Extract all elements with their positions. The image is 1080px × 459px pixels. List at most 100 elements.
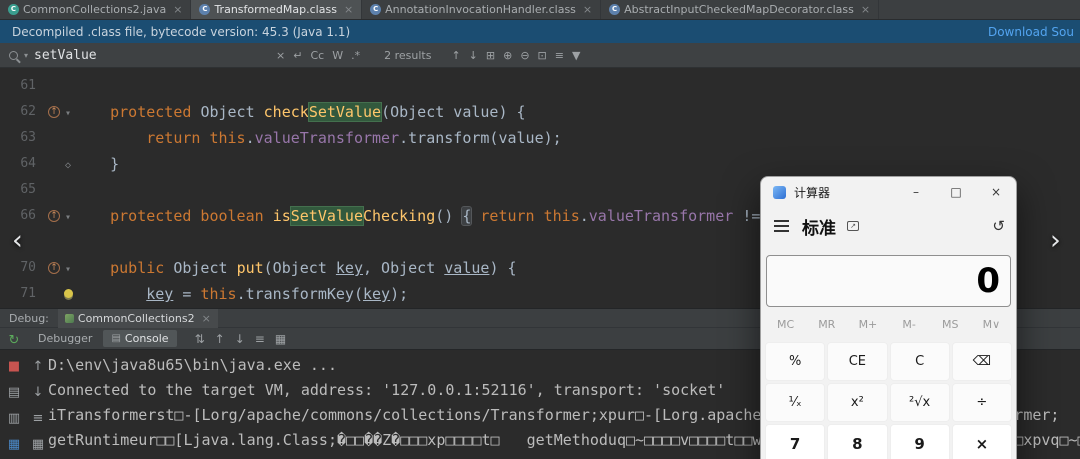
history-icon[interactable]: ↺ — [992, 217, 1005, 235]
gutter-slot — [62, 177, 74, 203]
tab-transformedmap-class[interactable]: C TransformedMap.class × — [191, 0, 363, 19]
rerun-icon[interactable]: ↻ — [5, 333, 23, 348]
close-button[interactable]: × — [976, 177, 1016, 207]
view-options-icon[interactable]: ≡ — [250, 332, 270, 346]
calc-key-8[interactable]: 8 — [827, 424, 888, 459]
gutter-slot: ↑ — [46, 255, 62, 281]
tab-label: AnnotationInvocationHandler.class — [385, 3, 576, 16]
calc-key-⌫[interactable]: ⌫ — [951, 342, 1012, 381]
override-method-icon[interactable]: ↑ — [48, 261, 60, 274]
calc-key-7[interactable]: 7 — [765, 424, 826, 459]
next-match-icon[interactable]: ↓ — [465, 49, 482, 62]
minimize-button[interactable]: – — [896, 177, 936, 207]
fold-marker-icon[interactable]: ▾ — [65, 212, 71, 223]
debug-session-tab[interactable]: CommonCollections2 × — [57, 308, 218, 328]
select-all-matches-icon[interactable]: ⊞ — [482, 49, 499, 62]
close-icon[interactable]: × — [202, 312, 211, 325]
filter-add-icon[interactable]: ⊕ — [499, 49, 516, 62]
tab-annotationinvocationhandler-class[interactable]: C AnnotationInvocationHandler.class × — [362, 0, 602, 19]
close-icon[interactable]: × — [583, 3, 592, 16]
tab-debugger[interactable]: Debugger — [30, 330, 100, 347]
gutter-slot — [46, 73, 62, 99]
memory-m+[interactable]: M+ — [847, 313, 888, 336]
calc-key-x²[interactable]: x² — [827, 383, 888, 422]
intention-bulb-icon[interactable] — [63, 289, 73, 298]
gutter-slot: ▾ — [62, 203, 74, 229]
filter-funnel-icon[interactable]: ▼ — [568, 49, 584, 62]
override-method-icon[interactable]: ↑ — [48, 105, 60, 118]
calc-key-C[interactable]: C — [889, 342, 950, 381]
fold-marker-icon[interactable]: ▾ — [65, 108, 71, 119]
match-case-toggle[interactable]: Cc — [306, 49, 328, 62]
search-options-chevron-icon[interactable]: ▾ — [24, 51, 28, 60]
maximize-button[interactable]: □ — [936, 177, 976, 207]
code-token: this — [209, 129, 246, 147]
calc-key-²√x[interactable]: ²√x — [889, 383, 950, 422]
calc-key-×[interactable]: × — [951, 424, 1012, 459]
memory-mr[interactable]: MR — [806, 313, 847, 336]
layout-icon[interactable]: ▦ — [270, 332, 291, 346]
stop-icon[interactable]: ■ — [5, 359, 23, 374]
prev-match-icon[interactable]: ↑ — [447, 49, 464, 62]
clear-search-icon[interactable]: × — [272, 49, 289, 62]
search-input[interactable]: setValue — [34, 48, 266, 63]
fold-marker-icon[interactable]: ◇ — [65, 160, 71, 171]
prev-frame-icon[interactable]: ↑ — [210, 332, 230, 346]
nav-left-chevron[interactable]: ‹ — [12, 226, 23, 256]
download-sources-link[interactable]: Download Sou — [988, 25, 1074, 39]
console-icon: ▤ — [111, 333, 121, 344]
up-stack-icon[interactable]: ↑ — [29, 359, 47, 374]
filter-exclude-icon[interactable]: ⊖ — [516, 49, 533, 62]
code-token: valueTransformer — [588, 207, 743, 225]
tab-commoncollections2-java[interactable]: C CommonCollections2.java × — [0, 0, 192, 19]
whole-words-toggle[interactable]: W — [328, 49, 347, 62]
scroll-end-icon[interactable]: ▦ — [29, 437, 47, 452]
override-method-icon[interactable]: ↑ — [48, 209, 60, 222]
calc-key-9[interactable]: 9 — [889, 424, 950, 459]
window-controls: – □ × — [896, 177, 1016, 207]
fold-marker-icon[interactable]: ▾ — [65, 264, 71, 275]
resume-icon[interactable]: ▤ — [5, 385, 23, 400]
memory-m-[interactable]: M- — [889, 313, 930, 336]
close-icon[interactable]: × — [861, 3, 870, 16]
calculator-display: 0 — [766, 255, 1011, 307]
code-text: protected Object checkSetValue(Object va… — [74, 99, 1080, 125]
hamburger-menu-icon[interactable] — [774, 225, 789, 227]
nav-right-chevron[interactable]: › — [1050, 226, 1061, 256]
memory-ms[interactable]: MS — [930, 313, 971, 336]
tab-abstractinputcheckedmapdecorator-class[interactable]: C AbstractInputCheckedMapDecorator.class × — [601, 0, 880, 19]
filter-scope-icon[interactable]: ⊡ — [534, 49, 551, 62]
memory-mc[interactable]: MC — [765, 313, 806, 336]
calculator-window: 计算器 – □ × 标准 ↗ ↺ 0 MC MR M+ M- MS M∨ % CE C ⌫ ¹⁄ₓ… — [760, 176, 1017, 459]
tab-console[interactable]: ▤ Console — [103, 330, 177, 347]
search-newline-icon[interactable]: ↵ — [289, 49, 306, 62]
code-token: Checking — [363, 207, 436, 225]
close-icon[interactable]: × — [344, 3, 353, 16]
sort-icon[interactable]: ⇅ — [190, 332, 210, 346]
calc-key-÷[interactable]: ÷ — [951, 383, 1012, 422]
down-stack-icon[interactable]: ↓ — [29, 385, 47, 400]
calculator-title-bar[interactable]: 计算器 – □ × — [761, 177, 1016, 207]
soft-wrap-icon[interactable]: ≡ — [29, 411, 47, 426]
code-token: (Object value) { — [381, 103, 526, 121]
calc-key-¹⁄ₓ[interactable]: ¹⁄ₓ — [765, 383, 826, 422]
code-token: return — [480, 207, 544, 225]
layout-grid-icon[interactable]: ▦ — [5, 437, 23, 452]
code-token: value — [444, 259, 490, 277]
calc-key-%[interactable]: % — [765, 342, 826, 381]
line-number — [0, 229, 46, 255]
mute-breakpoints-icon[interactable]: ▥ — [5, 411, 23, 426]
code-token: () — [435, 207, 463, 225]
close-icon[interactable]: × — [173, 3, 182, 16]
sort-lines-icon[interactable]: ≡ — [551, 49, 568, 62]
next-frame-icon[interactable]: ↓ — [230, 332, 250, 346]
memory-m∨[interactable]: M∨ — [971, 313, 1012, 336]
calc-key-CE[interactable]: CE — [827, 342, 888, 381]
code-token: .transformKey( — [236, 285, 363, 303]
search-controls: × ↵ Cc W .* 2 results ↑ ↓ ⊞ ⊕ ⊖ ⊡ ≡ ▼ — [272, 49, 584, 62]
keep-on-top-icon[interactable]: ↗ — [847, 221, 859, 231]
regex-toggle[interactable]: .* — [347, 49, 364, 62]
